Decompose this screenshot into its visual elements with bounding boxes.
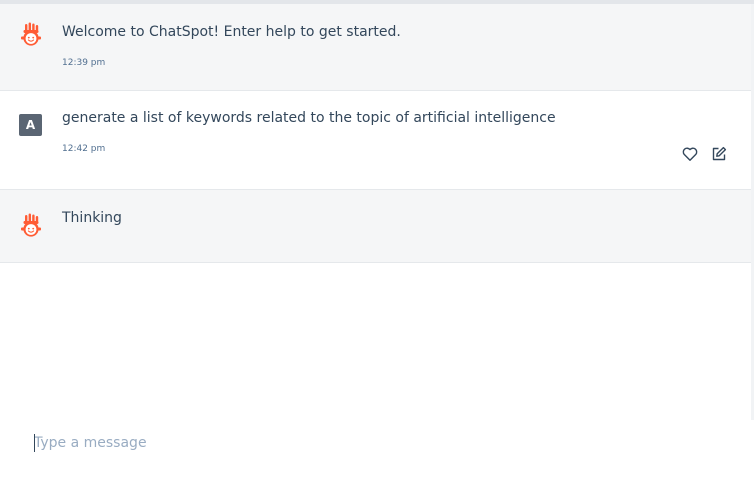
- thinking-indicator: Thinking: [62, 210, 122, 226]
- message-row-bot-thinking: Thinking: [0, 190, 751, 263]
- message-list[interactable]: Welcome to ChatSpot! Enter help to get s…: [0, 4, 751, 420]
- message-text: generate a list of keywords related to t…: [62, 110, 556, 126]
- chatspot-bot-icon: [21, 22, 41, 46]
- message-timestamp: 12:39 pm: [62, 58, 106, 68]
- message-row-user-prompt: A generate a list of keywords related to…: [0, 91, 751, 190]
- message-input[interactable]: [34, 432, 734, 454]
- message-text: Welcome to ChatSpot! Enter help to get s…: [62, 24, 401, 40]
- text-caret: [34, 434, 35, 452]
- edit-icon[interactable]: [710, 145, 728, 163]
- user-avatar: A: [19, 114, 42, 136]
- chatspot-app: Welcome to ChatSpot! Enter help to get s…: [0, 0, 754, 483]
- message-composer: [0, 420, 754, 483]
- message-timestamp: 12:42 pm: [62, 144, 106, 154]
- heart-icon[interactable]: [681, 145, 699, 163]
- chatspot-bot-icon: [21, 213, 41, 237]
- message-row-bot-welcome: Welcome to ChatSpot! Enter help to get s…: [0, 4, 751, 91]
